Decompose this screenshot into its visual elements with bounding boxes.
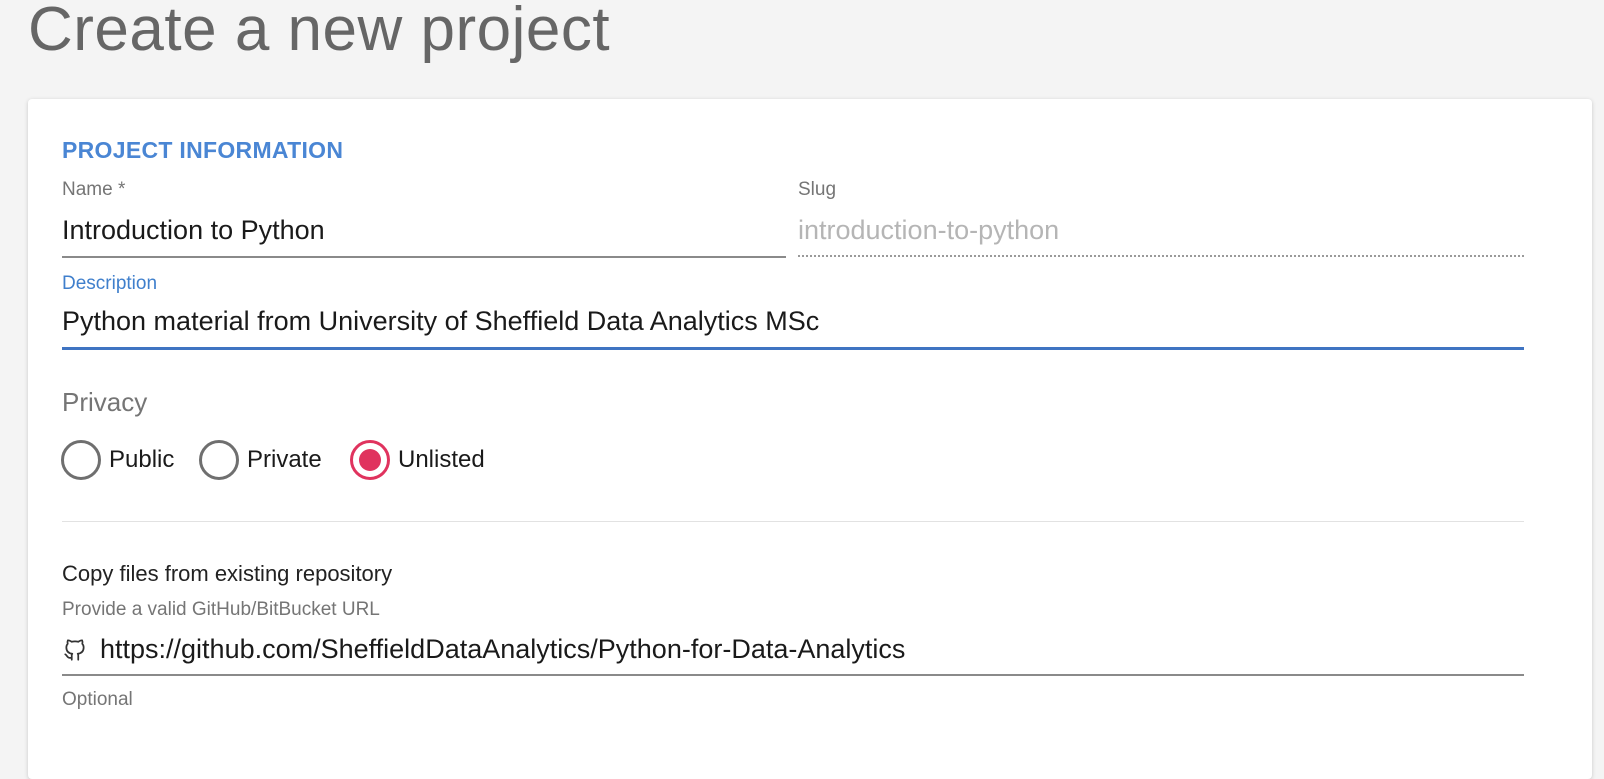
repo-url-underline bbox=[62, 674, 1524, 676]
slug-label: Slug bbox=[798, 179, 837, 200]
page-title: Create a new project bbox=[28, 0, 611, 64]
divider bbox=[62, 521, 1524, 522]
name-input[interactable]: Introduction to Python bbox=[62, 215, 325, 246]
name-label: Name * bbox=[62, 179, 126, 200]
repo-url-label: Provide a valid GitHub/BitBucket URL bbox=[62, 599, 380, 620]
radio-label-unlisted: Unlisted bbox=[398, 446, 485, 473]
slug-input: introduction-to-python bbox=[798, 215, 1060, 245]
privacy-label: Privacy bbox=[62, 387, 148, 417]
repo-url-input[interactable]: https://github.com/SheffieldDataAnalytic… bbox=[100, 634, 905, 665]
radio-label-public: Public bbox=[109, 446, 175, 473]
description-label: Description bbox=[62, 273, 158, 294]
privacy-radio-unlisted[interactable]: Unlisted bbox=[350, 439, 485, 481]
description-input[interactable]: Python material from University of Sheff… bbox=[62, 306, 819, 337]
project-form-card: PROJECT INFORMATION Name * Introduction … bbox=[28, 99, 1592, 779]
radio-unchecked-icon[interactable] bbox=[61, 440, 101, 480]
radio-checked-icon[interactable] bbox=[350, 440, 390, 480]
section-heading: PROJECT INFORMATION bbox=[62, 137, 344, 163]
privacy-radio-public[interactable]: Public bbox=[61, 439, 174, 481]
github-icon bbox=[64, 639, 85, 661]
radio-dot bbox=[359, 449, 381, 471]
description-underline bbox=[62, 347, 1524, 350]
name-underline bbox=[62, 256, 786, 258]
repo-url-helper: Optional bbox=[62, 689, 133, 710]
slug-underline bbox=[798, 255, 1524, 257]
privacy-radio-private[interactable]: Private bbox=[199, 439, 322, 481]
radio-label-private: Private bbox=[247, 446, 322, 473]
copy-repo-heading: Copy files from existing repository bbox=[62, 561, 393, 586]
radio-unchecked-icon[interactable] bbox=[199, 440, 239, 480]
